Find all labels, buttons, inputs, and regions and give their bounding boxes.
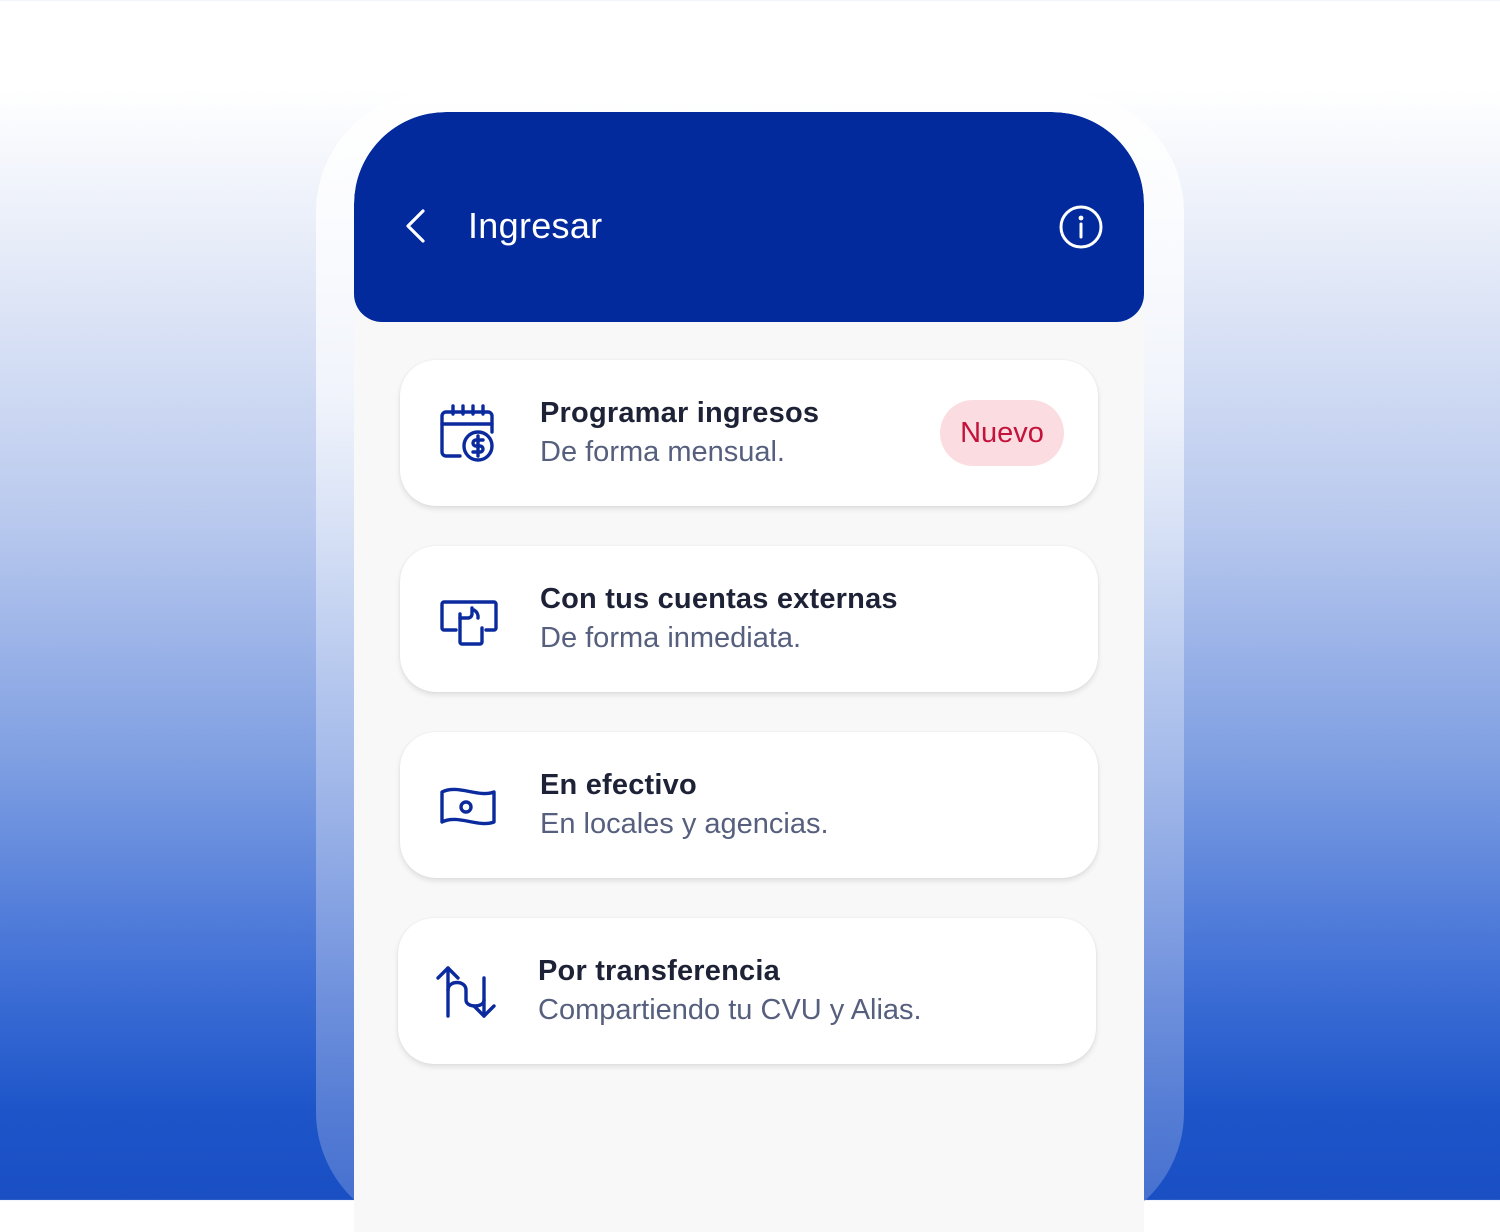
option-title: Programar ingresos <box>540 397 820 429</box>
transfer-arrows-icon <box>436 966 496 1018</box>
option-title: Por transferencia <box>538 955 780 987</box>
phone-screen: Ingresar Programar ingresos De forma men… <box>354 112 1144 1232</box>
option-subtitle: De forma mensual. <box>540 436 785 468</box>
option-card-cuentas-externas[interactable]: Con tus cuentas externas De forma inmedi… <box>400 546 1098 692</box>
option-subtitle: Compartiendo tu CVU y Alias. <box>538 994 922 1026</box>
new-badge: Nuevo <box>940 400 1064 466</box>
option-subtitle: De forma inmediata. <box>540 622 802 654</box>
info-icon <box>1059 205 1103 249</box>
chevron-left-icon <box>406 209 425 243</box>
option-title: En efectivo <box>540 769 697 801</box>
option-card-efectivo[interactable]: En efectivo En locales y agencias. <box>400 732 1098 878</box>
option-card-transferencia[interactable]: Por transferencia Compartiendo tu CVU y … <box>398 918 1096 1064</box>
page-title: Ingresar <box>468 205 603 246</box>
external-account-icon <box>440 600 498 646</box>
info-button[interactable] <box>1058 204 1104 250</box>
option-title: Con tus cuentas externas <box>540 583 898 615</box>
back-button[interactable] <box>396 204 436 248</box>
option-card-programar-ingresos[interactable]: Programar ingresos De forma mensual. Nue… <box>400 360 1098 506</box>
banknote-icon <box>440 787 496 826</box>
option-subtitle: En locales y agencias. <box>540 808 829 840</box>
calendar-dollar-icon <box>440 404 494 462</box>
app-header: Ingresar <box>354 112 1144 322</box>
